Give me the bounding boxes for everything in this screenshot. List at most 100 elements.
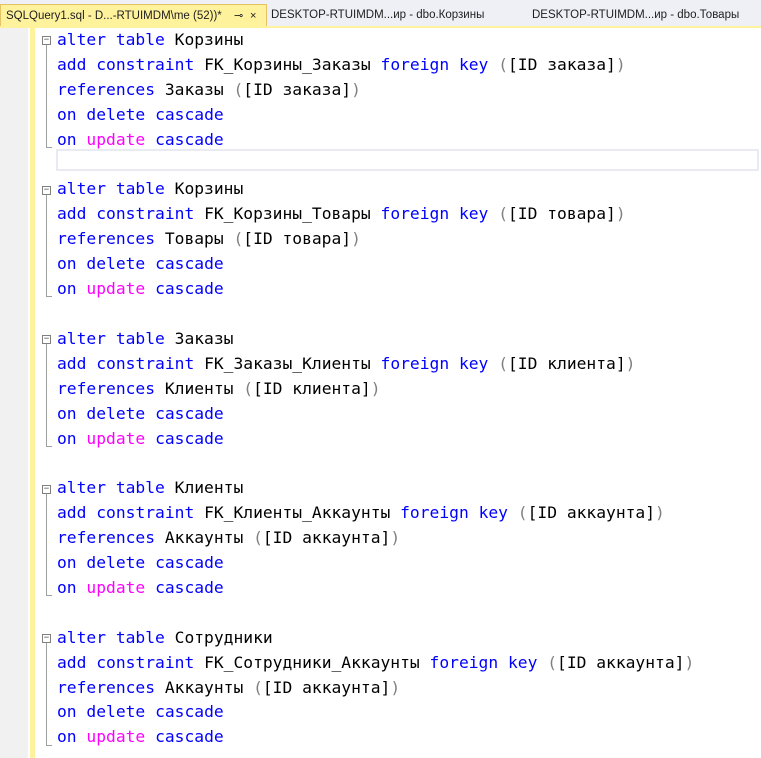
sql-keyword: references [57, 528, 156, 548]
code-line[interactable]: on delete cascade [57, 700, 694, 725]
code-line[interactable]: references Товары ([ID товара]) [57, 227, 694, 252]
query-editor[interactable]: − − − − − alter table Корзины add constraint … [0, 28, 761, 758]
sql-keyword: cascade [155, 727, 224, 747]
sql-keyword: delete [86, 403, 146, 423]
sql-keyword: foreign [429, 652, 499, 672]
code-line[interactable]: on delete cascade [57, 402, 694, 427]
sql-keyword: add [57, 54, 87, 74]
sql-keyword: delete [86, 553, 146, 573]
code-line[interactable]: add constraint FK_Сотрудники_Аккаунты fo… [57, 651, 694, 676]
code-line[interactable]: references Аккаунты ([ID аккаунта]) [57, 676, 694, 701]
code-line[interactable]: on update cascade [57, 277, 694, 302]
code-line[interactable]: alter table Сотрудники [57, 626, 694, 651]
code-line[interactable]: on delete cascade [57, 252, 694, 277]
sql-keyword: on [57, 254, 77, 274]
code-line[interactable]: on update cascade [57, 725, 694, 750]
tab-korziny[interactable]: DESKTOP-RTUIMDM...ир - dbo.Корзины [271, 4, 516, 26]
sql-keyword: add [57, 503, 87, 523]
sql-text: Корзины [164, 179, 244, 199]
code-line[interactable]: alter table Корзины [57, 28, 694, 53]
sql-text: Заказы [164, 328, 234, 348]
pin-icon[interactable]: ⊸ [234, 5, 243, 26]
collapse-toggle-icon[interactable]: − [42, 185, 51, 195]
sql-punctuation: ( [253, 677, 263, 697]
sql-punctuation: ) [351, 79, 361, 99]
outline-line [46, 45, 47, 147]
close-icon[interactable]: × [250, 5, 256, 26]
code-line[interactable]: add constraint FK_Корзины_Товары foreign… [57, 202, 694, 227]
sql-text: Корзины [164, 30, 244, 49]
sql-keyword: key [458, 353, 489, 373]
sql-punctuation: ) [625, 353, 636, 373]
sql-code[interactable]: alter table Корзины add constraint FK_Кор… [57, 28, 694, 750]
sql-text: [ID заказа] [508, 54, 616, 74]
sql-function-keyword: update [86, 577, 146, 597]
code-line[interactable]: add constraint FK_Корзины_Заказы foreign… [57, 53, 694, 78]
sql-keyword: delete [86, 104, 146, 124]
sql-keyword: key [458, 204, 489, 224]
sql-text: [ID товара] [508, 204, 616, 224]
tab-sqlquery1[interactable]: SQLQuery1.sql - D...-RTUIMDM\me (52))* ⊸… [0, 4, 267, 26]
sql-punctuation: ) [390, 528, 401, 548]
sql-keyword: cascade [155, 403, 224, 423]
outline-end-tick [46, 146, 52, 148]
blank-line[interactable] [57, 153, 694, 178]
code-line[interactable]: on update cascade [57, 427, 694, 452]
blank-line[interactable] [57, 451, 694, 476]
outline-end-tick [46, 595, 52, 597]
sql-punctuation: ( [547, 652, 558, 672]
sql-keyword: key [507, 652, 538, 672]
code-line[interactable]: add constraint FK_Заказы_Клиенты foreign… [57, 352, 694, 377]
collapse-toggle-icon[interactable]: − [42, 484, 51, 494]
sql-text: FK_Клиенты_Аккаунты [194, 503, 401, 523]
tab-tovary[interactable]: DESKTOP-RTUIMDM...ир - dbo.Товары [532, 4, 761, 26]
sql-text: FK_Заказы_Клиенты [194, 353, 381, 373]
sql-keyword: on [57, 553, 77, 573]
code-line[interactable]: on update cascade [57, 576, 694, 601]
sql-text: [ID клиента] [508, 353, 626, 373]
sql-keyword: references [57, 378, 156, 398]
sql-keyword: constraint [96, 54, 195, 74]
code-line[interactable]: on delete cascade [57, 551, 694, 576]
change-tracking-bar [30, 28, 35, 758]
sql-keyword: cascade [155, 104, 224, 124]
sql-keyword: cascade [155, 553, 224, 573]
code-line[interactable]: references Аккаунты ([ID аккаунта]) [57, 526, 694, 551]
code-line[interactable]: on update cascade [57, 128, 694, 153]
collapse-toggle-icon[interactable]: − [42, 634, 51, 644]
sql-keyword: cascade [155, 577, 224, 597]
sql-keyword: table [115, 627, 165, 647]
collapse-toggle-icon[interactable]: − [42, 36, 51, 45]
code-line[interactable]: references Заказы ([ID заказа]) [57, 78, 694, 103]
code-line[interactable]: alter table Клиенты [57, 476, 694, 501]
sql-keyword: constraint [96, 204, 195, 224]
code-line[interactable]: alter table Заказы [57, 327, 694, 352]
collapse-toggle-icon[interactable]: − [42, 335, 51, 345]
sql-keyword: on [57, 279, 77, 299]
code-line[interactable]: alter table Корзины [57, 177, 694, 202]
blank-line[interactable] [57, 302, 694, 327]
code-line[interactable]: on delete cascade [57, 103, 694, 128]
sql-text: Аккаунты [155, 677, 254, 697]
outline-line [46, 194, 47, 297]
blank-line[interactable] [57, 601, 694, 626]
sql-text: [ID аккаунта] [262, 528, 391, 548]
code-line[interactable]: add constraint FK_Клиенты_Аккаунты forei… [57, 501, 694, 526]
code-line[interactable]: references Клиенты ([ID клиента]) [57, 377, 694, 402]
sql-keyword: table [115, 478, 165, 498]
sql-keyword: add [57, 204, 87, 224]
sql-keyword: constraint [96, 652, 195, 672]
